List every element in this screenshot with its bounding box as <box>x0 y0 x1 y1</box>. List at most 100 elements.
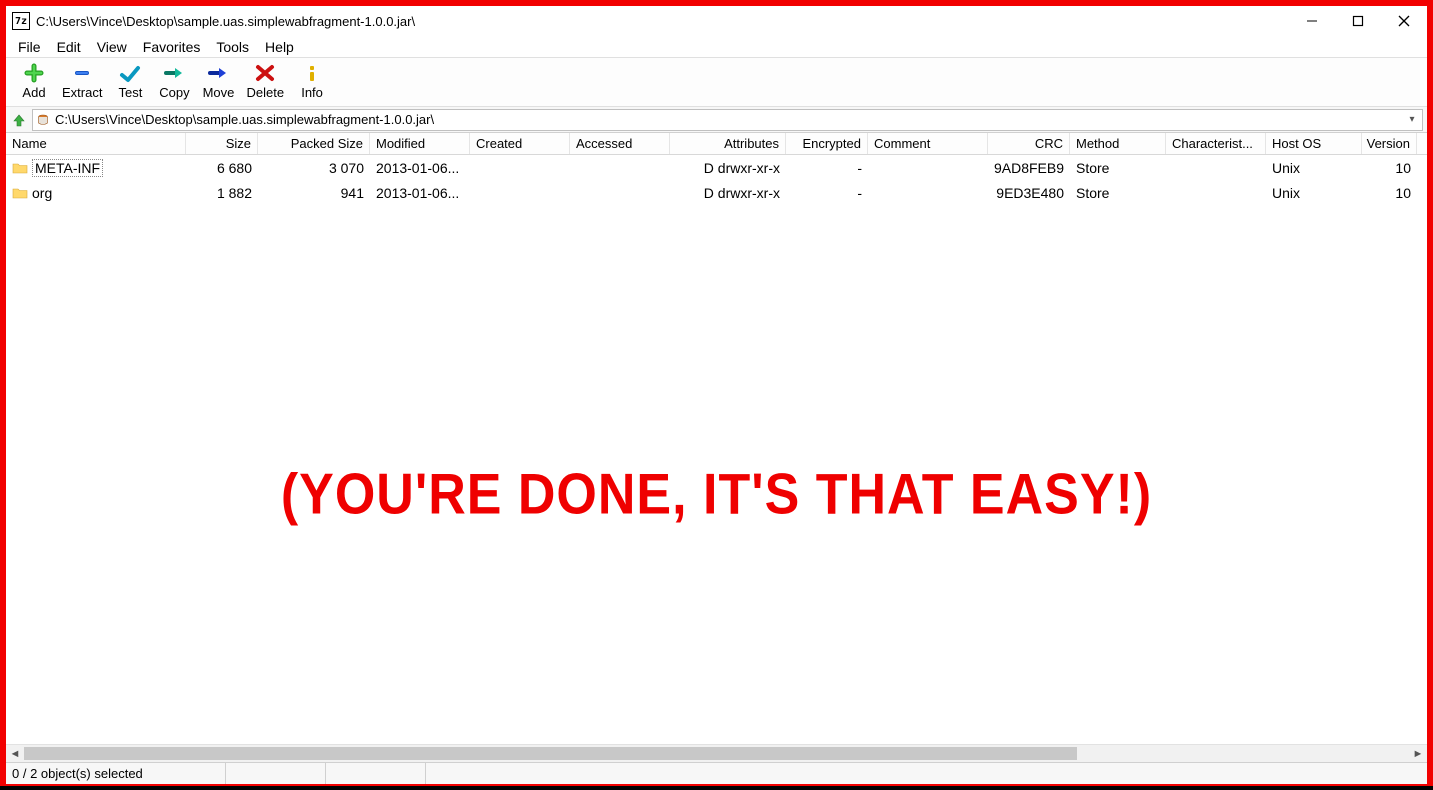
extract-label: Extract <box>62 85 102 100</box>
file-name: org <box>32 185 52 201</box>
column-header-attributes[interactable]: Attributes <box>670 133 786 154</box>
status-bar: 0 / 2 object(s) selected <box>6 762 1427 784</box>
cell-name: org <box>6 185 186 201</box>
title-bar: 7z C:\Users\Vince\Desktop\sample.uas.sim… <box>6 6 1427 36</box>
copy-label: Copy <box>159 85 189 100</box>
close-button[interactable] <box>1381 6 1427 36</box>
jar-file-icon <box>35 112 51 128</box>
cell-packed: 3 070 <box>258 160 370 176</box>
column-header-accessed[interactable]: Accessed <box>570 133 670 154</box>
delete-button[interactable]: Delete <box>240 60 290 102</box>
column-header-modified[interactable]: Modified <box>370 133 470 154</box>
cell-encrypted: - <box>786 185 868 201</box>
menu-favorites[interactable]: Favorites <box>135 37 209 57</box>
maximize-button[interactable] <box>1335 6 1381 36</box>
cell-version: 10 <box>1362 185 1417 201</box>
delete-label: Delete <box>246 85 284 100</box>
annotation-overlay: (YOU'RE DONE, IT'S THAT EASY!) <box>6 462 1427 528</box>
column-header-comment[interactable]: Comment <box>868 133 988 154</box>
cell-modified: 2013-01-06... <box>370 185 470 201</box>
cell-encrypted: - <box>786 160 868 176</box>
column-header-packed[interactable]: Packed Size <box>258 133 370 154</box>
add-label: Add <box>22 85 45 100</box>
toolbar: Add Extract Test Copy Move Delete Info <box>6 58 1427 107</box>
address-input-wrap[interactable]: ▾ <box>32 109 1423 131</box>
chevron-down-icon: ▾ <box>1409 114 1414 125</box>
minimize-button[interactable] <box>1289 6 1335 36</box>
column-header-hostos[interactable]: Host OS <box>1266 133 1362 154</box>
up-arrow-icon <box>12 113 26 127</box>
cell-packed: 941 <box>258 185 370 201</box>
cell-version: 10 <box>1362 160 1417 176</box>
add-icon <box>22 62 46 84</box>
test-label: Test <box>119 85 143 100</box>
address-bar: ▾ <box>6 107 1427 133</box>
folder-icon <box>12 161 28 175</box>
cell-crc: 9AD8FEB9 <box>988 160 1070 176</box>
menu-file[interactable]: File <box>10 37 49 57</box>
column-header-crc[interactable]: CRC <box>988 133 1070 154</box>
status-cell-4 <box>426 763 1427 784</box>
cell-hostos: Unix <box>1266 185 1362 201</box>
scroll-right-button[interactable]: ► <box>1409 745 1427 762</box>
cell-crc: 9ED3E480 <box>988 185 1070 201</box>
menu-edit[interactable]: Edit <box>49 37 89 57</box>
test-button[interactable]: Test <box>108 60 152 102</box>
cell-size: 1 882 <box>186 185 258 201</box>
menu-help[interactable]: Help <box>257 37 302 57</box>
up-button[interactable] <box>10 111 28 129</box>
table-row[interactable]: META-INF 6 6803 0702013-01-06... D drwxr-x… <box>6 155 1427 180</box>
move-label: Move <box>203 85 235 100</box>
app-icon: 7z <box>12 12 30 30</box>
copy-button[interactable]: Copy <box>152 60 196 102</box>
address-input[interactable] <box>55 112 1404 127</box>
column-header-name[interactable]: Name <box>6 133 186 154</box>
column-header-created[interactable]: Created <box>470 133 570 154</box>
minimize-icon <box>1306 15 1318 27</box>
cell-modified: 2013-01-06... <box>370 160 470 176</box>
move-button[interactable]: Move <box>196 60 240 102</box>
column-header-size[interactable]: Size <box>186 133 258 154</box>
cell-method: Store <box>1070 160 1166 176</box>
file-list[interactable]: META-INF 6 6803 0702013-01-06... D drwxr-x… <box>6 155 1427 744</box>
cell-name: META-INF <box>6 159 186 177</box>
extract-icon <box>70 62 94 84</box>
menu-view[interactable]: View <box>89 37 135 57</box>
column-header-row: NameSizePacked SizeModifiedCreatedAccess… <box>6 133 1427 155</box>
bottom-border <box>0 786 1433 790</box>
scroll-left-button[interactable]: ◄ <box>6 745 24 762</box>
table-row[interactable]: org 1 8829412013-01-06... D drwxr-xr-x- 9ED… <box>6 180 1427 205</box>
scroll-track[interactable] <box>24 745 1409 762</box>
column-header-version[interactable]: Version <box>1362 133 1417 154</box>
horizontal-scrollbar[interactable]: ◄ ► <box>6 744 1427 762</box>
column-header-method[interactable]: Method <box>1070 133 1166 154</box>
status-cell-2 <box>226 763 326 784</box>
test-icon <box>118 62 142 84</box>
address-dropdown-button[interactable]: ▾ <box>1404 110 1420 130</box>
menu-tools[interactable]: Tools <box>208 37 257 57</box>
add-button[interactable]: Add <box>12 60 56 102</box>
close-icon <box>1398 15 1410 27</box>
info-label: Info <box>301 85 323 100</box>
status-cell-3 <box>326 763 426 784</box>
menu-bar: FileEditViewFavoritesToolsHelp <box>6 36 1427 58</box>
delete-icon <box>253 62 277 84</box>
cell-hostos: Unix <box>1266 160 1362 176</box>
copy-icon <box>162 62 186 84</box>
info-button[interactable]: Info <box>290 60 334 102</box>
cell-method: Store <box>1070 185 1166 201</box>
window-controls <box>1289 6 1427 36</box>
column-header-characteristics[interactable]: Characterist... <box>1166 133 1266 154</box>
maximize-icon <box>1352 15 1364 27</box>
scroll-thumb[interactable] <box>24 747 1077 760</box>
status-selection: 0 / 2 object(s) selected <box>6 763 226 784</box>
move-icon <box>206 62 230 84</box>
column-header-encrypted[interactable]: Encrypted <box>786 133 868 154</box>
window-title: C:\Users\Vince\Desktop\sample.uas.simple… <box>36 14 1289 29</box>
file-name: META-INF <box>32 159 103 177</box>
extract-button[interactable]: Extract <box>56 60 108 102</box>
cell-attributes: D drwxr-xr-x <box>670 185 786 201</box>
cell-size: 6 680 <box>186 160 258 176</box>
cell-attributes: D drwxr-xr-x <box>670 160 786 176</box>
info-icon <box>300 62 324 84</box>
